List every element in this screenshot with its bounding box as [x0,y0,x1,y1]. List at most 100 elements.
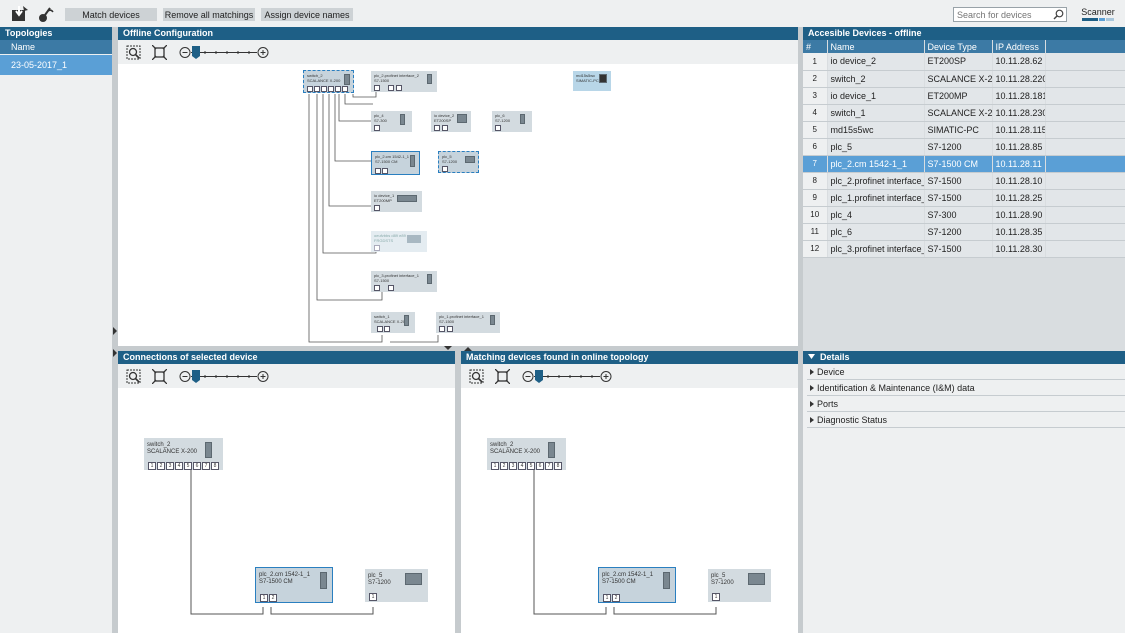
topology-item[interactable]: 23-05-2017_1 [0,55,112,75]
search-icon[interactable] [1053,9,1064,20]
match-devices-button[interactable]: Match devices [65,8,157,21]
table-row[interactable]: 11 plc_6 S7-1200 10.11.28.35 [803,223,1125,241]
row-device-type: ET200SP [924,53,993,71]
row-ip-address: 10.11.28.220 [992,70,1046,88]
zoom-to-selection-icon[interactable] [469,369,484,384]
table-row[interactable]: 10 plc_4 S7-300 10.11.28.90 [803,206,1125,224]
plc-2-cm-1542-1-1-online-device[interactable]: plc_2.cm 1542-1_1 S7-1500 CM 1 2 [598,567,676,603]
details-identification-maintenance[interactable]: Identification & Maintenance (I&M) data [807,380,1125,396]
plc-5-online-device[interactable]: plc_5 S7-1200 1 [708,569,771,602]
search-input[interactable] [953,7,1067,22]
row-number: 11 [803,223,828,241]
row-number: 12 [803,240,828,258]
zoom-to-selection-icon[interactable] [126,45,141,60]
node-plc-1-profinet-interface-1[interactable]: plc_1.profinet interface_1 S7-1500 [436,312,500,333]
node-plc-6[interactable]: plc_6 S7-1200 [492,111,532,132]
switch-2-online-device[interactable]: switch_2 SCALANCE X-200 1 2 3 4 5 6 7 8 [487,438,566,470]
row-device-type: S7-1200 [924,138,993,156]
row-ip-address: 10.11.28.85 [992,138,1046,156]
accessible-devices-table: # Name Device Type IP Address 1 io device… [803,40,1125,258]
zoom-slider[interactable] [179,45,271,60]
row-ip-address: 10.11.28.10 [992,172,1046,190]
table-row[interactable]: 12 plc_3.profinet interface_1 S7-1500 10.11… [803,240,1125,258]
row-empty [1045,138,1125,156]
node-plc-5[interactable]: plc_5 S7-1200 [438,151,479,173]
fit-to-view-icon[interactable] [152,45,167,60]
row-ip-address: 10.11.28.35 [992,223,1046,241]
table-row[interactable]: 6 plc_5 S7-1200 10.11.28.85 [803,138,1125,156]
row-ip-address: 10.11.28.11 [992,155,1046,173]
col-name[interactable]: Name [827,40,925,53]
zoom-slider[interactable] [179,369,271,384]
row-name: md15s5wc [827,121,925,139]
row-device-type: SCALANCE X-200 [924,104,993,122]
plc-2-cm-1542-1-1-device[interactable]: plc_2.cm 1542-1_1 S7-1500 CM 1 2 [255,567,333,603]
col-number[interactable]: # [803,40,828,53]
row-number: 4 [803,104,828,122]
row-empty [1045,189,1125,207]
row-ip-address: 10.11.28.181 [992,87,1046,105]
row-ip-address: 10.11.28.30 [992,240,1046,258]
node-plc-3-profinet-interface-1[interactable]: plc_3.profinet interface_1 S7-1500 [371,271,437,292]
matching-zoom-toolbar [461,364,798,388]
node-switch-2[interactable]: switch_2 SCALANCE X-200 [303,70,354,93]
row-empty [1045,206,1125,224]
row-device-type: S7-1500 [924,189,993,207]
table-row[interactable]: 8 plc_2.profinet interface_2 S7-1500 10.11.… [803,172,1125,190]
table-row[interactable]: 1 io device_2 ET200SP 10.11.28.62 [803,53,1125,71]
node-unmatched-device[interactable]: oeufvbbs d89 e89 FRGDSTS [371,231,427,252]
node-switch-1[interactable]: switch_1 SCALANCE X-200 [371,312,415,333]
row-empty [1045,155,1125,173]
col-empty [1045,40,1125,53]
accessible-devices-title: Accesible Devices - offline [803,27,1125,40]
table-row[interactable]: 9 plc_1.profinet interface_1 S7-1500 10.11.… [803,189,1125,207]
row-number: 5 [803,121,828,139]
row-name: io device_2 [827,53,925,71]
import-icon[interactable] [11,5,29,23]
node-plc-2-cm-1542-1-1[interactable]: plc_2.cm 1542-1_1 S7-1500 CM [371,151,420,175]
plc-5-device[interactable]: plc_5 S7-1200 1 [365,569,428,602]
zoom-to-selection-icon[interactable] [126,369,141,384]
details-device[interactable]: Device [807,364,1125,380]
remove-all-matchings-button[interactable]: Remove all matchings [163,8,255,21]
row-ip-address: 10.11.28.115 [992,121,1046,139]
connections-zoom-toolbar [118,364,455,388]
row-empty [1045,172,1125,190]
row-device-type: ET200MP [924,87,993,105]
switch-2-device[interactable]: switch_2 SCALANCE X-200 1 2 3 4 5 6 7 8 [144,438,223,470]
node-plc-2-profinet-interface-2[interactable]: plc_2.profinet interface_2 S7-1500 [371,71,437,92]
node-md15s5wc[interactable]: md15s5wc SIMATIC-PC [573,71,611,91]
offline-zoom-toolbar [118,40,798,64]
node-io-device-1[interactable]: io device_1 ET200MP [371,191,422,212]
fit-to-view-icon[interactable] [495,369,510,384]
table-row[interactable]: 3 io device_1 ET200MP 10.11.28.181 [803,87,1125,105]
network-scan-icon[interactable] [37,5,55,23]
details-ports[interactable]: Ports [807,396,1125,412]
scanner-label[interactable]: Scanner [1080,7,1116,17]
fit-to-view-icon[interactable] [152,369,167,384]
row-number: 8 [803,172,828,190]
row-number: 7 [803,155,828,173]
table-row[interactable]: 7 plc_2.cm 1542-1_1 S7-1500 CM 10.11.28.11 [803,155,1125,173]
col-device-type[interactable]: Device Type [924,40,993,53]
collapse-details-icon[interactable] [808,354,815,360]
collapse-left-lower-icon[interactable] [113,349,117,357]
collapse-left-icon[interactable] [113,327,117,335]
details-diagnostic-status[interactable]: Diagnostic Status [807,412,1125,428]
table-row[interactable]: 2switch_2SCALANCE X-20010.11.28.220 [803,70,1125,88]
zoom-slider[interactable] [522,369,614,384]
table-row[interactable]: 4switch_1SCALANCE X-20010.11.28.230 [803,104,1125,122]
matching-panel: Matching devices found in online topolog… [461,351,798,633]
row-device-type: SIMATIC-PC [924,121,993,139]
col-ip-address[interactable]: IP Address [992,40,1046,53]
row-number: 9 [803,189,828,207]
row-ip-address: 10.11.28.90 [992,206,1046,224]
table-row[interactable]: 5 md15s5wc SIMATIC-PC 10.11.28.115 [803,121,1125,139]
row-number: 10 [803,206,828,224]
node-io-device-2[interactable]: io device_2 ET200SP [431,111,471,132]
details-title[interactable]: Details [803,351,1125,364]
topologies-name-column[interactable]: Name [0,40,112,54]
row-empty [1045,53,1125,71]
node-plc-4[interactable]: plc_4 S7-300 [371,111,412,132]
assign-device-names-button[interactable]: Assign device names [261,8,353,21]
